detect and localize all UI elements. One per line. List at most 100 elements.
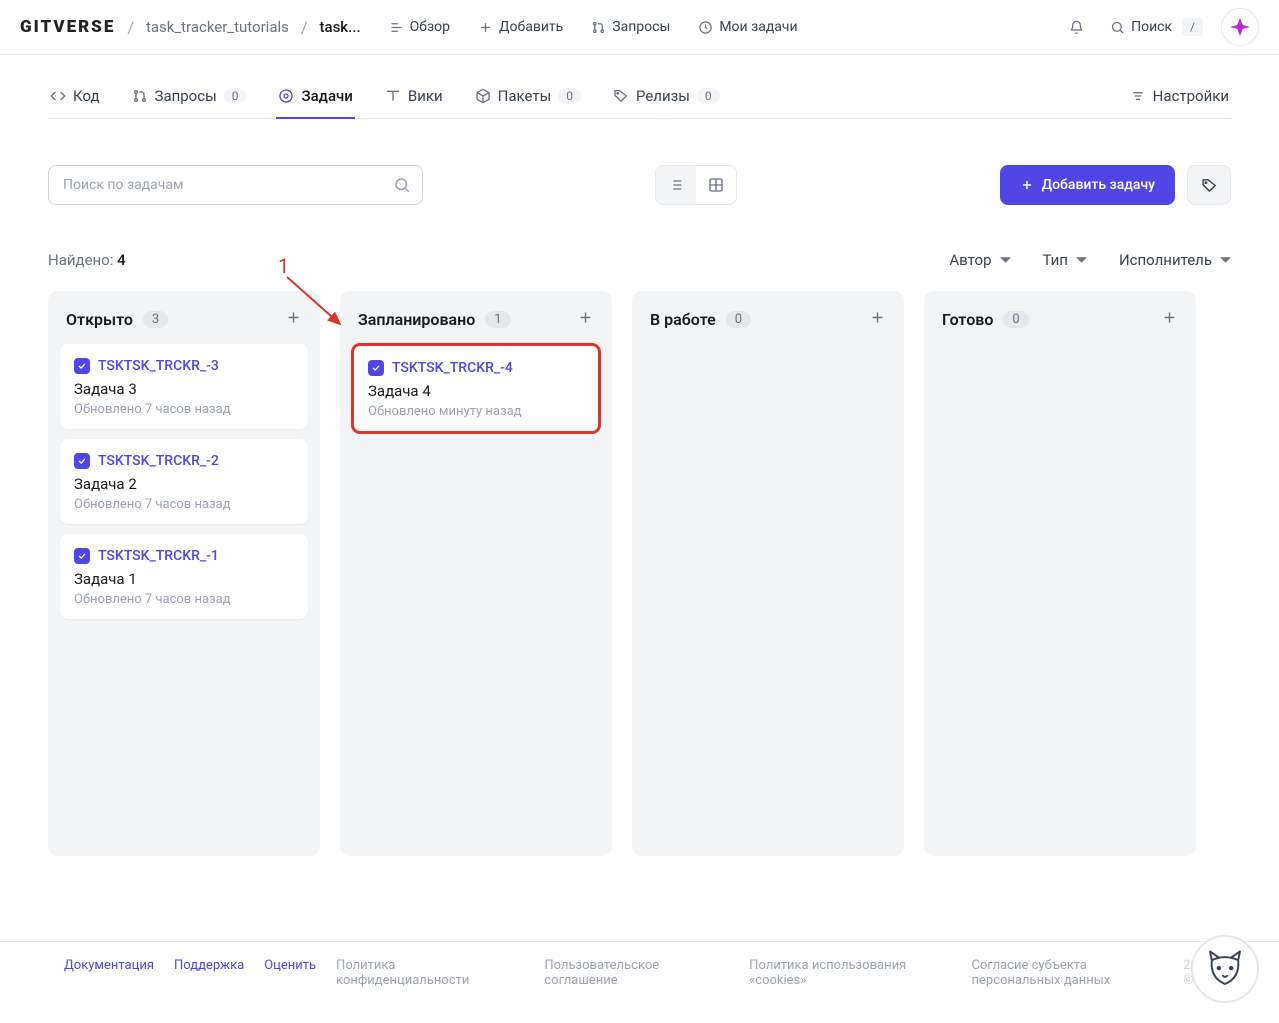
- task-card[interactable]: TSKTSK_TRCKR_-4Задача 4Обновлено минуту …: [352, 344, 600, 433]
- avatar[interactable]: [1221, 8, 1259, 46]
- column-head: Готово 0: [936, 305, 1184, 344]
- card-updated: Обновлено 7 часов назад: [74, 402, 294, 417]
- book-icon: [385, 88, 401, 104]
- column-add[interactable]: [869, 309, 886, 330]
- footer-terms[interactable]: Пользовательское соглашение: [544, 958, 686, 988]
- column-3: Готово 0: [924, 291, 1196, 856]
- filter-assignee[interactable]: Исполнитель: [1119, 251, 1231, 269]
- meta-row: Найдено: 4 Автор Тип Исполнитель: [48, 251, 1231, 269]
- filter-type[interactable]: Тип: [1043, 251, 1087, 269]
- requests-count: 0: [224, 88, 247, 104]
- search-input[interactable]: [48, 165, 423, 205]
- card-title: Задача 4: [368, 382, 584, 400]
- search-icon: [1110, 20, 1125, 35]
- search-wrap: [48, 165, 423, 205]
- task-card[interactable]: TSKTSK_TRCKR_-2Задача 2Обновлено 7 часов…: [60, 439, 308, 524]
- column-head: Открыто 3: [60, 305, 308, 344]
- column-count: 3: [143, 311, 168, 328]
- nav-overview[interactable]: Обзор: [389, 19, 450, 35]
- column-title: Готово: [942, 310, 993, 329]
- plus-icon: [869, 309, 886, 326]
- plus-icon: [1020, 178, 1034, 192]
- breadcrumb-project[interactable]: task_tracker_tutorials: [146, 18, 289, 36]
- plus-icon: [285, 309, 302, 326]
- card-updated: Обновлено минуту назад: [368, 404, 584, 419]
- mascot-icon: [1203, 947, 1247, 991]
- mascot[interactable]: [1191, 935, 1259, 1003]
- package-icon: [475, 88, 491, 104]
- code-icon: [50, 88, 66, 104]
- tab-code[interactable]: Код: [48, 79, 102, 119]
- filters: Автор Тип Исполнитель: [949, 251, 1231, 269]
- column-1: Запланировано1TSKTSK_TRCKR_-4Задача 4Обн…: [340, 291, 612, 856]
- nav-bell[interactable]: [1069, 20, 1084, 35]
- column-add[interactable]: [577, 309, 594, 330]
- view-toggle: [655, 165, 737, 205]
- column-2: В работе0: [632, 291, 904, 856]
- found-label: Найдено: 4: [48, 251, 126, 269]
- column-add[interactable]: [1161, 309, 1178, 330]
- nav-requests[interactable]: Запросы: [591, 19, 670, 35]
- check-icon: [74, 548, 90, 564]
- add-task-button[interactable]: Добавить задачу: [1000, 165, 1175, 205]
- releases-count: 0: [697, 88, 720, 104]
- plus-icon: [1161, 309, 1178, 326]
- nav-search[interactable]: Поиск/: [1110, 18, 1203, 36]
- task-card[interactable]: TSKTSK_TRCKR_-1Задача 1Обновлено 7 часов…: [60, 534, 308, 619]
- footer-docs[interactable]: Документация: [64, 958, 154, 973]
- column-head: В работе0: [644, 305, 892, 344]
- footer-support[interactable]: Поддержка: [174, 958, 244, 973]
- column-count: 1: [485, 311, 510, 328]
- task-card[interactable]: TSKTSK_TRCKR_-3Задача 3Обновлено 7 часов…: [60, 344, 308, 429]
- pull-request-icon: [132, 88, 148, 104]
- tab-settings[interactable]: Настройки: [1128, 79, 1231, 119]
- footer: Документация Поддержка Оценить Политика …: [0, 941, 1279, 1023]
- logo[interactable]: GITVERSE: [20, 17, 115, 37]
- pull-request-icon: [591, 20, 606, 35]
- tab-tasks[interactable]: Задачи: [276, 79, 354, 119]
- card-updated: Обновлено 7 часов назад: [74, 592, 294, 607]
- footer-rate[interactable]: Оценить: [264, 958, 316, 973]
- footer-privacy[interactable]: Политика конфиденциальности: [336, 958, 482, 988]
- packages-count: 0: [558, 88, 581, 104]
- tab-wiki[interactable]: Вики: [383, 79, 445, 119]
- tag-button[interactable]: [1187, 165, 1231, 205]
- board: Открыто 3 TSKTSK_TRCKR_-3Задача 3Обновлено…: [48, 291, 1231, 856]
- footer-cookies[interactable]: Политика использования «cookies»: [749, 958, 909, 988]
- crumb-sep: /: [301, 18, 308, 37]
- clock-icon: [698, 20, 713, 35]
- view-board[interactable]: [696, 166, 736, 204]
- column-add[interactable]: [285, 309, 302, 330]
- filter-author[interactable]: Автор: [949, 251, 1010, 269]
- settings-icon: [1130, 88, 1146, 104]
- check-icon: [74, 358, 90, 374]
- card-id: TSKTSK_TRCKR_-2: [74, 453, 294, 469]
- tab-requests[interactable]: Запросы0: [130, 79, 249, 119]
- breadcrumb-repo[interactable]: task...: [319, 18, 360, 36]
- tag-icon: [1201, 177, 1218, 194]
- tag-icon: [613, 88, 629, 104]
- search-kbd: /: [1182, 18, 1203, 36]
- plus-icon: [577, 309, 594, 326]
- tab-releases[interactable]: Релизы0: [611, 79, 722, 119]
- grid-icon: [708, 177, 724, 193]
- check-icon: [74, 453, 90, 469]
- crumb-sep: /: [127, 18, 134, 37]
- list-icon: [668, 177, 684, 193]
- column-title: В работе: [650, 310, 716, 329]
- card-updated: Обновлено 7 часов назад: [74, 497, 294, 512]
- nav-mytasks[interactable]: Мои задачи: [698, 19, 797, 35]
- top-nav: Обзор Добавить Запросы Мои задачи: [389, 19, 798, 35]
- view-list[interactable]: [656, 166, 696, 204]
- bell-icon: [1069, 20, 1084, 35]
- column-count: 0: [1003, 311, 1028, 328]
- chevron-down-icon: [1076, 255, 1087, 266]
- overview-icon: [389, 20, 404, 35]
- chevron-down-icon: [1220, 255, 1231, 266]
- nav-add[interactable]: Добавить: [478, 19, 563, 35]
- card-title: Задача 3: [74, 380, 294, 398]
- avatar-icon: [1229, 16, 1251, 38]
- tab-packages[interactable]: Пакеты0: [473, 79, 583, 119]
- footer-personal[interactable]: Согласие субъекта персональных данных: [972, 958, 1164, 988]
- column-title: Открыто: [66, 310, 133, 329]
